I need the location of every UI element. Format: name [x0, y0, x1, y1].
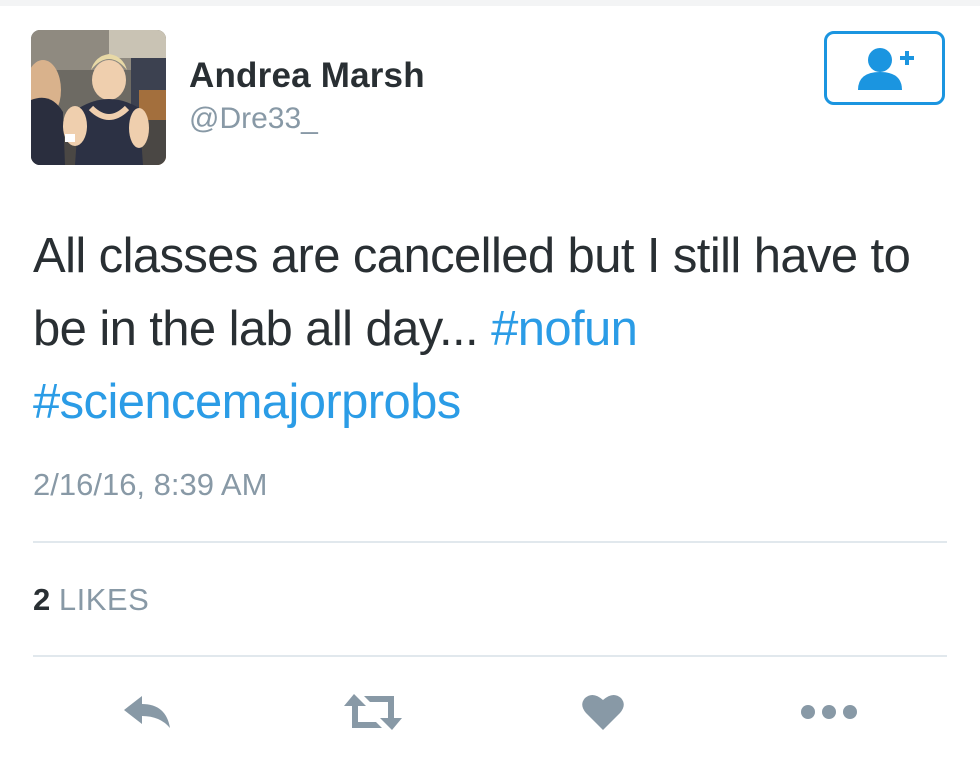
hashtag-link[interactable]: #sciencemajorprobs — [33, 375, 461, 429]
tweet-body: All classes are cancelled but I still ha… — [33, 229, 911, 356]
retweet-icon — [344, 694, 402, 730]
author-handle[interactable]: @Dre33_ — [189, 102, 318, 136]
tweet-text: All classes are cancelled but I still ha… — [33, 220, 953, 439]
like-button[interactable] — [577, 688, 629, 736]
author-name[interactable]: Andrea Marsh — [189, 56, 425, 96]
heart-icon — [582, 694, 624, 730]
more-button[interactable] — [798, 688, 860, 736]
reply-button[interactable] — [118, 688, 178, 736]
likes-summary[interactable]: 2 LIKES — [33, 581, 149, 619]
divider — [33, 541, 947, 543]
more-dots-icon — [801, 705, 857, 719]
hashtag-link[interactable]: #nofun — [491, 302, 638, 356]
follow-button[interactable] — [824, 31, 945, 105]
likes-label: LIKES — [58, 582, 150, 617]
reply-icon — [124, 696, 170, 728]
retweet-button[interactable] — [340, 688, 406, 736]
divider — [33, 655, 947, 657]
tweet-timestamp: 2/16/16, 8:39 AM — [33, 467, 268, 502]
follow-user-icon — [857, 48, 914, 90]
likes-count: 2 — [33, 582, 51, 617]
avatar-photo — [31, 30, 166, 165]
top-strip — [0, 0, 980, 6]
avatar[interactable] — [31, 30, 166, 165]
